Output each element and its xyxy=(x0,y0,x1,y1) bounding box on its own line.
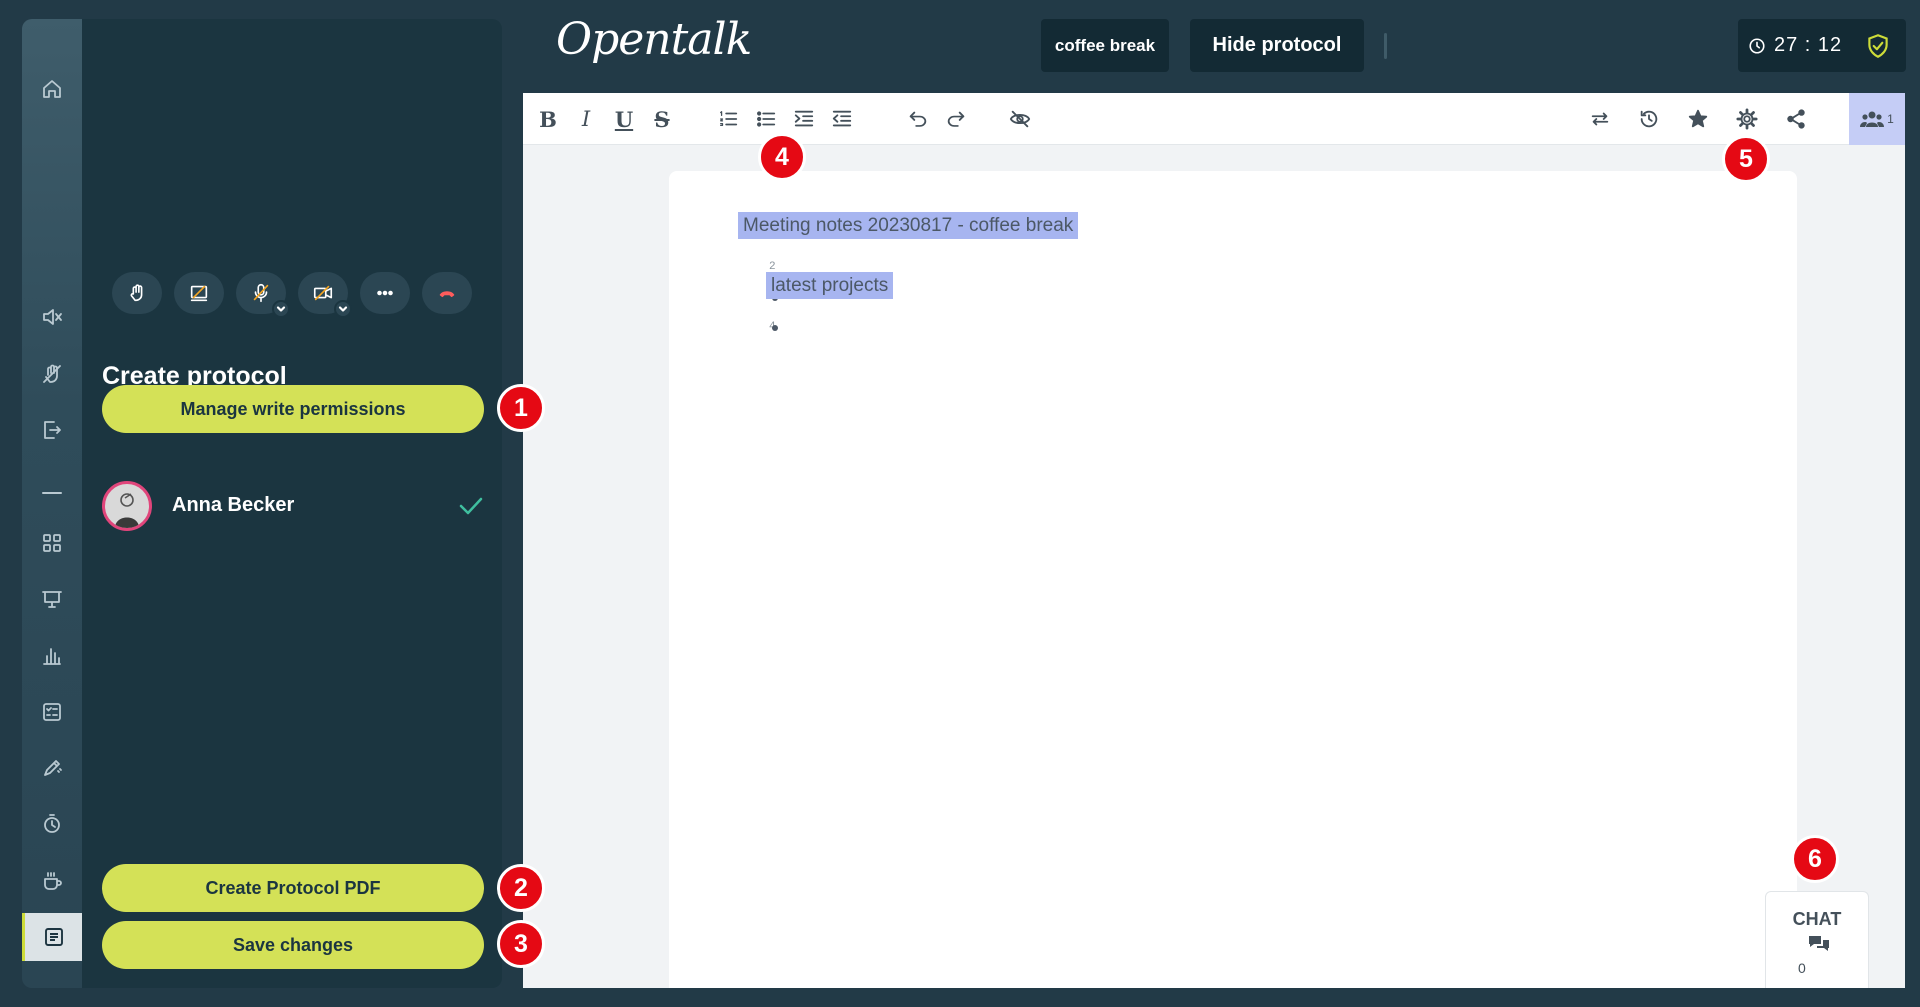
hand-icon xyxy=(130,284,143,302)
bold-button[interactable]: B xyxy=(531,102,565,136)
timer-icon[interactable] xyxy=(22,801,82,847)
raise-hand-button[interactable] xyxy=(112,272,162,314)
ordered-list-button[interactable] xyxy=(711,102,745,136)
outdent-icon xyxy=(832,110,852,127)
save-changes-button[interactable]: Save changes xyxy=(102,921,484,969)
left-rail xyxy=(22,19,82,988)
redo-icon xyxy=(947,111,965,127)
share-button[interactable] xyxy=(1779,102,1813,136)
editor-toolbar: B I U S 1 xyxy=(523,93,1905,145)
more-button[interactable] xyxy=(360,272,410,314)
protocol-icon[interactable] xyxy=(22,913,82,961)
create-protocol-pdf-button[interactable]: Create Protocol PDF xyxy=(102,864,484,912)
bullet-list-button[interactable] xyxy=(749,102,783,136)
speaker-muted-icon[interactable] xyxy=(22,294,82,340)
gear-icon xyxy=(1736,108,1758,130)
hang-up-icon xyxy=(439,291,455,298)
ordered-list-icon xyxy=(720,111,738,127)
selected-text[interactable]: Meeting notes 20230817 - coffee break xyxy=(738,212,1079,239)
pen-icon[interactable] xyxy=(22,745,82,791)
microphone-off-icon xyxy=(253,283,269,303)
history-icon xyxy=(1640,110,1658,128)
exit-icon[interactable] xyxy=(22,407,82,453)
annotation-badge: 3 xyxy=(497,920,545,968)
italic-button[interactable]: I xyxy=(569,102,603,136)
settings-button[interactable] xyxy=(1730,102,1764,136)
annotation-badge: 5 xyxy=(1722,135,1770,183)
annotation-badge: 4 xyxy=(758,133,806,181)
header-divider xyxy=(1384,33,1387,59)
microphone-options-button[interactable] xyxy=(272,300,290,318)
more-dots-icon xyxy=(377,290,393,296)
document-page[interactable]: 1 2 3 4 Meeting notes 20230817 - coffee … xyxy=(669,171,1797,988)
check-icon xyxy=(458,493,484,519)
avatar xyxy=(102,481,152,531)
chevron-down-icon xyxy=(276,306,286,312)
favorite-button[interactable] xyxy=(1681,102,1715,136)
history-button[interactable] xyxy=(1632,102,1666,136)
coffee-icon[interactable] xyxy=(22,858,82,904)
hide-protocol-button[interactable]: Hide protocol xyxy=(1190,19,1364,72)
users-icon xyxy=(1860,111,1885,127)
hide-formatting-button[interactable] xyxy=(1003,102,1037,136)
bullet-line[interactable]: latest projects xyxy=(766,272,894,299)
screen-share-button[interactable] xyxy=(174,272,224,314)
participant-name: Anna Becker xyxy=(172,494,295,516)
bullet-marker xyxy=(772,325,778,331)
share-icon xyxy=(1787,109,1805,129)
switch-button[interactable] xyxy=(1583,102,1617,136)
clock-icon xyxy=(1749,37,1765,54)
manage-write-permissions-button[interactable]: Manage write permissions xyxy=(102,385,484,433)
room-button[interactable]: coffee break xyxy=(1041,19,1169,72)
eye-off-icon xyxy=(1009,110,1031,128)
annotation-badge: 1 xyxy=(497,384,545,432)
star-icon xyxy=(1688,109,1708,128)
annotation-badge: 2 xyxy=(497,864,545,912)
checklist-icon[interactable] xyxy=(22,689,82,735)
camera-button[interactable] xyxy=(298,272,352,318)
camera-off-icon xyxy=(313,285,333,301)
home-icon[interactable] xyxy=(22,66,82,112)
chat-button[interactable]: CHAT 0 xyxy=(1765,891,1869,988)
chat-count: 0 xyxy=(1798,960,1806,976)
indent-button[interactable] xyxy=(787,102,821,136)
indent-icon xyxy=(794,110,814,127)
hang-up-button[interactable] xyxy=(422,272,472,314)
poll-icon[interactable] xyxy=(22,633,82,679)
chevron-down-icon xyxy=(338,306,348,312)
timer-text: 27 : 12 xyxy=(1774,34,1843,56)
camera-options-button[interactable] xyxy=(334,300,352,318)
rail-divider xyxy=(42,492,62,494)
participant-row: Anna Becker xyxy=(102,481,484,531)
opentalk-logo: Opentalk xyxy=(556,14,752,65)
bullet-list-icon xyxy=(757,111,776,127)
hand-off-icon[interactable] xyxy=(22,351,82,397)
protocol-editor: B I U S 1 2 Meeting notes 20230817 - cof… xyxy=(523,93,1905,988)
chat-label: CHAT xyxy=(1792,909,1842,929)
redo-button[interactable] xyxy=(939,102,973,136)
strikethrough-button[interactable]: S xyxy=(645,102,679,136)
annotation-badge: 6 xyxy=(1791,835,1839,883)
swap-arrows-icon xyxy=(1591,112,1609,126)
chat-bubbles-icon xyxy=(1807,934,1831,954)
underline-button[interactable]: U xyxy=(607,102,641,136)
undo-icon xyxy=(909,111,927,127)
users-count: 1 xyxy=(1887,112,1894,126)
shield-check-icon xyxy=(1868,33,1888,58)
screen-share-off-icon xyxy=(190,285,208,302)
grid-icon[interactable] xyxy=(22,520,82,566)
meeting-timer: 27 : 12 xyxy=(1738,19,1906,72)
presentation-icon[interactable] xyxy=(22,576,82,622)
protocol-panel: Create protocol Manage write permissions… xyxy=(82,19,502,988)
undo-button[interactable] xyxy=(901,102,935,136)
users-button[interactable]: 1 xyxy=(1849,93,1905,145)
outdent-button[interactable] xyxy=(825,102,859,136)
microphone-button[interactable] xyxy=(236,272,290,318)
selected-text[interactable]: latest projects xyxy=(766,272,894,299)
document-title-line[interactable]: Meeting notes 20230817 - coffee break xyxy=(738,212,1079,239)
call-controls xyxy=(112,272,472,318)
